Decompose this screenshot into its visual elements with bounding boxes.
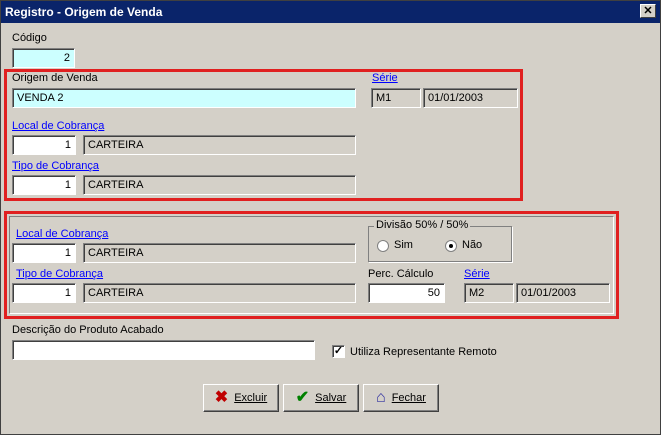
radio-sim-label[interactable]: Sim xyxy=(394,239,413,251)
serie-date-field-1: 01/01/2003 xyxy=(423,88,518,108)
local-cobranca-link-1[interactable]: Local de Cobrança xyxy=(12,120,104,132)
close-button[interactable]: ✕ xyxy=(640,4,656,18)
radio-selected-dot xyxy=(449,244,453,248)
remoto-checkbox[interactable]: ✓ xyxy=(332,345,345,358)
dialog-window: Registro - Origem de Venda ✕ Código 2 Or… xyxy=(0,0,661,435)
tipo-cobranca-code-2[interactable]: 1 xyxy=(12,283,76,303)
excluir-label: Excluir xyxy=(234,392,268,404)
local-cobranca-link-2[interactable]: Local de Cobrança xyxy=(16,228,108,240)
serie-date-field-2: 01/01/2003 xyxy=(516,283,610,303)
salvar-button[interactable]: ✔ Salvar xyxy=(283,384,359,412)
origem-field[interactable]: VENDA 2 xyxy=(12,88,356,108)
excluir-button[interactable]: ✖ Excluir xyxy=(203,384,279,412)
local-cobranca-code-2[interactable]: 1 xyxy=(12,243,76,263)
serie-code-field-2: M2 xyxy=(464,283,514,303)
radio-nao[interactable] xyxy=(445,240,457,252)
descricao-label: Descrição do Produto Acabado xyxy=(12,324,164,336)
local-cobranca-code-1[interactable]: 1 xyxy=(12,135,76,155)
salvar-label: Salvar xyxy=(315,392,347,404)
tipo-cobranca-name-2: CARTEIRA xyxy=(83,283,356,303)
check-icon: ✓ xyxy=(333,345,344,357)
close-icon: ✕ xyxy=(643,5,653,17)
perc-calculo-field[interactable]: 50 xyxy=(368,283,445,303)
codigo-label: Código xyxy=(12,32,47,44)
door-icon: ⌂ xyxy=(376,389,386,406)
checkmark-icon: ✔ xyxy=(295,389,310,406)
x-icon: ✖ xyxy=(214,389,229,406)
tipo-cobranca-code-1[interactable]: 1 xyxy=(12,175,76,195)
remoto-label[interactable]: Utiliza Representante Remoto xyxy=(350,346,497,358)
title-bar: Registro - Origem de Venda ✕ xyxy=(1,1,660,23)
tipo-cobranca-link-1[interactable]: Tipo de Cobrança xyxy=(12,160,99,172)
divisao-title: Divisão 50% / 50% xyxy=(374,219,471,231)
fechar-button[interactable]: ⌂ Fechar xyxy=(363,384,439,412)
perc-calculo-label: Perc. Cálculo xyxy=(368,268,434,280)
serie-link-2[interactable]: Série xyxy=(464,268,490,280)
codigo-field[interactable]: 2 xyxy=(12,48,75,68)
tipo-cobranca-name-1: CARTEIRA xyxy=(83,175,356,195)
serie-code-field-1: M1 xyxy=(371,88,421,108)
origem-label: Origem de Venda xyxy=(12,72,98,84)
serie-link-1[interactable]: Série xyxy=(372,72,398,84)
radio-nao-label[interactable]: Não xyxy=(462,239,482,251)
divisao-groupbox xyxy=(368,226,512,262)
radio-sim[interactable] xyxy=(377,240,389,252)
local-cobranca-name-2: CARTEIRA xyxy=(83,243,356,263)
tipo-cobranca-link-2[interactable]: Tipo de Cobrança xyxy=(16,268,103,280)
local-cobranca-name-1: CARTEIRA xyxy=(83,135,356,155)
descricao-field[interactable] xyxy=(12,340,315,360)
fechar-label: Fechar xyxy=(391,392,426,404)
window-title: Registro - Origem de Venda xyxy=(5,5,163,19)
